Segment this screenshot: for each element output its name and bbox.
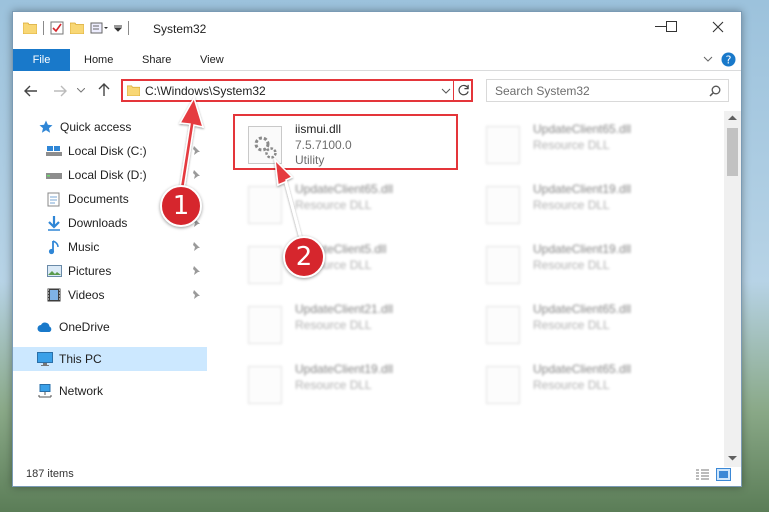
arrow-step-2 — [273, 157, 302, 241]
step-badge-2: 2 — [283, 236, 325, 278]
annotation-arrows — [178, 96, 302, 241]
step-badge-1: 1 — [160, 185, 202, 227]
arrow-step-1 — [178, 96, 205, 190]
